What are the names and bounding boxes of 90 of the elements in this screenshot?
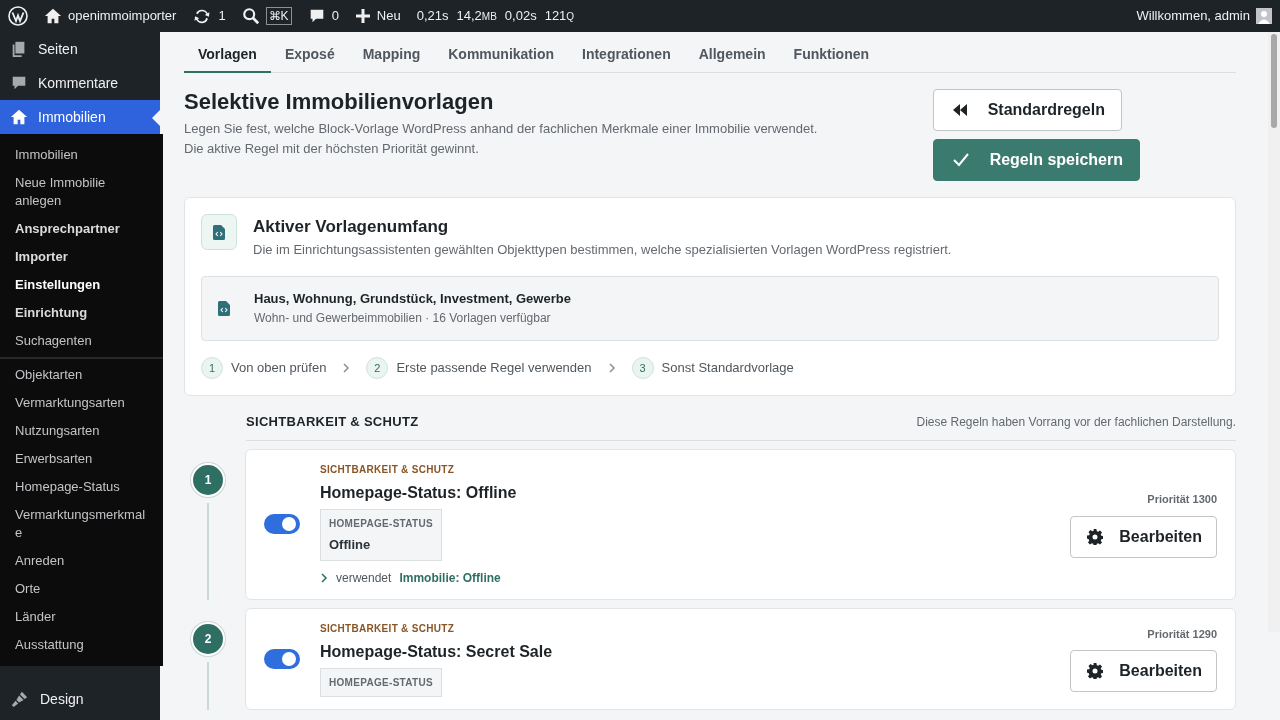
submenu-item[interactable]: Länder [0, 603, 163, 631]
new-content-link[interactable]: Neu [346, 0, 409, 32]
code-file-icon [218, 300, 230, 316]
submenu-item[interactable]: Importer [0, 243, 163, 271]
submenu-item[interactable]: Ansprechpartner [0, 215, 163, 243]
gear-icon [1087, 528, 1104, 545]
priority-label: Priorität 1290 [1147, 626, 1217, 642]
tab[interactable]: Exposé [270, 32, 349, 73]
submenu-item[interactable]: Anreden [0, 547, 163, 575]
plus-icon [354, 8, 371, 24]
rule-number: 1 [193, 464, 223, 495]
step-label: Sonst Standardvorlage [661, 359, 794, 377]
template-summary: Wohn- und Gewerbeimmobilien · 16 Vorlagen verfügbar [254, 310, 552, 327]
scrollbar-thumb[interactable] [1271, 34, 1277, 128]
rule-title: Homepage-Status: Offline [320, 482, 518, 503]
brush-icon [10, 690, 30, 708]
wordpress-logo-icon [8, 6, 28, 26]
rule-number: 2 [193, 624, 223, 654]
submenu-item[interactable]: Neue Immobilie anlegen [0, 169, 163, 215]
shortcut-key: ⌘K [265, 7, 292, 25]
submenu-item[interactable]: Einrichtung [0, 299, 163, 327]
performance-stat: 0,21s [416, 7, 449, 26]
priority-label: Priorität 1300 [1147, 492, 1217, 507]
submenu-item[interactable]: Erwerbsarten [0, 445, 163, 473]
submenu-item[interactable]: Ausstattung [0, 631, 163, 659]
avatar-icon [1256, 8, 1272, 24]
check-icon [951, 152, 970, 168]
updates-link[interactable]: 1 [184, 0, 234, 32]
page-description: Die aktive Regel mit der höchsten Priorität gewinnt. [184, 140, 480, 159]
condition-label: HOMEPAGE-STATUS [329, 676, 433, 690]
submenu-item[interactable]: Objektarten [0, 361, 163, 389]
comments-link[interactable]: 0 [299, 0, 347, 32]
rule-category: SICHTBARKEIT & SCHUTZ [320, 462, 456, 477]
page-description: Legen Sie fest, welche Block-Vorlage WordPress anhand der fachlichen Merkmale einer Immobilie verwendet. [184, 120, 818, 139]
save-rules-button[interactable]: Regeln speichern [932, 139, 1140, 181]
sidebar-item[interactable]: Kommentare [0, 66, 160, 100]
card-title: Aktiver Vorlagenumfang [253, 216, 450, 238]
page-title: Selektive Immobilienvorlagen [184, 89, 495, 116]
uses-label: verwendet [336, 570, 392, 587]
step-label: Von oben prüfen [231, 359, 327, 377]
tab[interactable]: Mapping [348, 32, 435, 73]
gear-icon [1087, 663, 1104, 680]
chevron-right-icon [320, 572, 328, 584]
condition-value: Offline [329, 535, 372, 554]
edit-button[interactable]: Bearbeiten [1070, 515, 1217, 558]
template-link[interactable]: Immobilie: Offline [399, 569, 501, 587]
submenu-item[interactable]: Vermarktungsmerkmale [0, 501, 163, 547]
home-icon [44, 7, 62, 25]
property-types: Haus, Wohnung, Grundstück, Investment, Gewerbe [254, 289, 571, 308]
toggle-switch[interactable] [264, 649, 300, 669]
performance-stat: 0,02s [504, 7, 537, 26]
search-icon [241, 7, 260, 25]
tab[interactable]: Kommunikation [434, 32, 568, 73]
sidebar-item[interactable]: Seiten [0, 32, 160, 66]
sidebar-item[interactable]: Immobilien [0, 100, 160, 134]
condition-label: HOMEPAGE-STATUS [329, 516, 433, 531]
edit-button[interactable]: Bearbeiten [1070, 650, 1217, 693]
submenu-item[interactable]: Orte [0, 575, 163, 603]
performance-stat: 14,2MB [456, 7, 497, 26]
account-menu[interactable]: Willkommen, admin [1128, 0, 1280, 32]
card-description: Die im Einrichtungsassistenten gewählten Objekttypen bestimmen, welche spezialisierten Vorlagen WordPress registriert. [253, 240, 952, 259]
tab[interactable]: Allgemein [684, 32, 780, 73]
tab[interactable]: Vorlagen [184, 32, 271, 73]
tab[interactable]: Integrationen [568, 32, 685, 73]
section-note: Diese Regeln haben Vorrang vor der fachlichen Darstellung. [916, 413, 1236, 431]
section-heading: SICHTBARKEIT & SCHUTZ [246, 413, 419, 431]
step-number: 3 [631, 357, 654, 379]
code-file-icon [213, 224, 225, 240]
sidebar-item[interactable]: Design [0, 682, 160, 716]
step-number: 1 [201, 357, 223, 379]
reset-defaults-button[interactable]: Standardregeln [932, 89, 1122, 131]
performance-stat: 121Q [544, 7, 575, 26]
step-label: Erste passende Regel verwenden [396, 359, 592, 377]
tab[interactable]: Funktionen [779, 32, 884, 73]
site-name-link[interactable]: openimmoimporter [36, 0, 185, 32]
home-icon [10, 108, 28, 126]
step-number: 2 [366, 357, 389, 379]
search-button[interactable]: ⌘K [233, 0, 300, 32]
rewind-icon [951, 103, 968, 117]
rule-title: Homepage-Status: Secret Sale [320, 642, 554, 662]
submenu-item[interactable]: Einstellungen [0, 271, 163, 299]
submenu-item[interactable]: Nutzungsarten [0, 417, 163, 445]
submenu-item[interactable]: Vermarktungsarten [0, 389, 163, 417]
submenu-item[interactable]: Suchagenten [0, 327, 163, 355]
rule-category: SICHTBARKEIT & SCHUTZ [320, 622, 456, 636]
chevron-right-icon [607, 362, 616, 374]
chevron-right-icon [342, 362, 351, 374]
submenu-item[interactable]: Homepage-Status [0, 473, 163, 501]
submenu-item[interactable]: Immobilien [0, 141, 163, 169]
toggle-switch[interactable] [264, 514, 300, 535]
